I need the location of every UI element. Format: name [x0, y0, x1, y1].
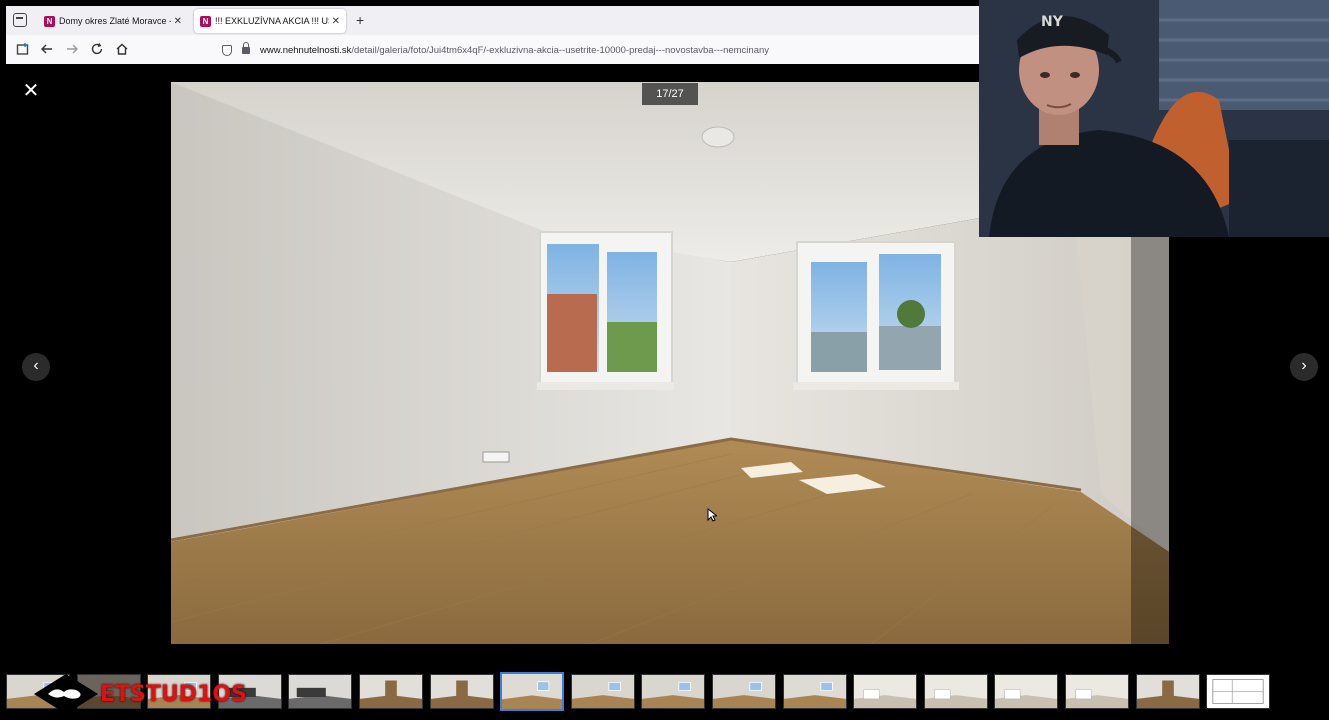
watermark-text: ETSTUD1OS — [100, 681, 247, 707]
thumbnail[interactable] — [359, 674, 423, 709]
thumbnail[interactable] — [430, 674, 494, 709]
mouse-cursor-icon — [707, 508, 717, 522]
sidebar-toggle-icon[interactable] — [16, 42, 30, 56]
thumbnail[interactable] — [853, 674, 917, 709]
svg-text:NY: NY — [1041, 14, 1064, 30]
address-bar[interactable]: www.nehnutelnosti.sk /detail/galeria/fot… — [214, 39, 979, 61]
bird-logo-icon — [34, 674, 98, 714]
new-tab-button[interactable]: + — [356, 12, 364, 28]
thumbnail-active[interactable] — [500, 672, 564, 711]
shield-icon[interactable] — [222, 44, 232, 56]
tab-list-icon[interactable] — [13, 13, 27, 27]
reload-icon[interactable] — [90, 42, 104, 56]
next-photo-button[interactable]: › — [1290, 353, 1318, 381]
channel-watermark: ETSTUD1OS — [34, 674, 247, 714]
nehnutelnosti-favicon-icon: N — [200, 15, 211, 27]
tab-title: Domy okres Zlaté Moravce - po — [59, 16, 171, 26]
forward-arrow-icon[interactable] — [65, 42, 79, 56]
thumbnail[interactable] — [1206, 674, 1270, 709]
lock-icon[interactable] — [242, 41, 250, 54]
home-icon[interactable] — [115, 42, 129, 56]
url-path: /detail/galeria/foto/Jui4tm6x4qF/-exkluz… — [351, 44, 770, 56]
url-host: www.nehnutelnosti.sk — [260, 44, 352, 56]
webcam-overlay: NY — [979, 0, 1329, 237]
screen: N Domy okres Zlaté Moravce - po ✕ N !!! … — [0, 0, 1329, 720]
previous-photo-button[interactable]: ‹ — [22, 353, 50, 381]
back-arrow-icon[interactable] — [40, 42, 54, 56]
tab-exkluzivna-akcia[interactable]: N !!! EXKLUZÍVNA AKCIA !!! UŠETR ✕ — [194, 9, 346, 33]
close-gallery-button[interactable]: ✕ — [20, 80, 42, 102]
thumbnail[interactable] — [994, 674, 1058, 709]
photo-counter: 17/27 — [642, 83, 698, 105]
thumbnail[interactable] — [783, 674, 847, 709]
thumbnail[interactable] — [1065, 674, 1129, 709]
nehnutelnosti-favicon-icon: N — [44, 15, 55, 27]
tab-bar: N Domy okres Zlaté Moravce - po ✕ N !!! … — [6, 6, 979, 35]
thumbnail[interactable] — [641, 674, 705, 709]
tab-domy-zlate-moravce[interactable]: N Domy okres Zlaté Moravce - po ✕ — [38, 9, 188, 33]
thumbnail[interactable] — [1136, 674, 1200, 709]
thumbnail[interactable] — [924, 674, 988, 709]
thumbnail[interactable] — [712, 674, 776, 709]
thumbnail[interactable] — [571, 674, 635, 709]
tab-title: !!! EXKLUZÍVNA AKCIA !!! UŠETR — [215, 16, 329, 26]
browser-window: N Domy okres Zlaté Moravce - po ✕ N !!! … — [6, 6, 979, 64]
nav-bar: www.nehnutelnosti.sk /detail/galeria/fot… — [6, 35, 979, 64]
tab-close-icon[interactable]: ✕ — [332, 16, 340, 27]
thumbnail[interactable] — [288, 674, 352, 709]
tab-close-icon[interactable]: ✕ — [174, 16, 182, 27]
